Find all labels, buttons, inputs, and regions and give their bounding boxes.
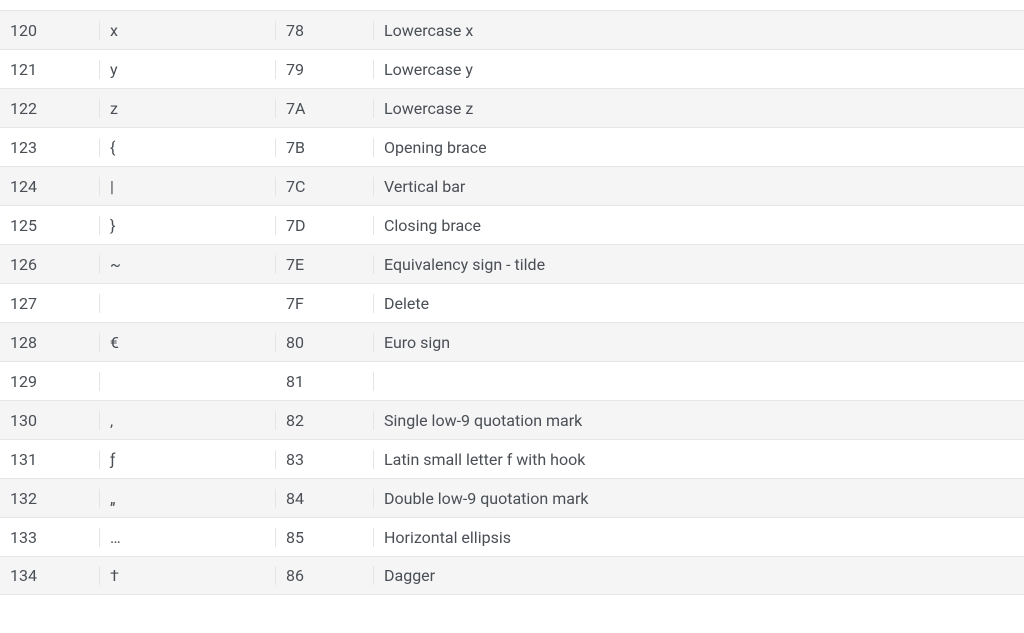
table-row: 124|7CVertical bar [0, 166, 1024, 205]
table-row: 120x78Lowercase x [0, 10, 1024, 49]
cell-decimal: 122 [0, 99, 100, 118]
cell-decimal: 123 [0, 138, 100, 157]
cell-hex: 83 [276, 450, 374, 469]
cell-character: | [100, 177, 276, 196]
cell-decimal: 130 [0, 411, 100, 430]
table-row: 131ƒ83Latin small letter f with hook [0, 439, 1024, 478]
cell-description: Dagger [374, 566, 1024, 585]
cell-decimal: 134 [0, 566, 100, 585]
table-row: 127 7FDelete [0, 283, 1024, 322]
cell-hex: 81 [276, 372, 374, 391]
table-row: 128€80Euro sign [0, 322, 1024, 361]
cell-character: x [100, 21, 276, 40]
cell-hex: 7D [276, 216, 374, 235]
table-row: 123{7BOpening brace [0, 127, 1024, 166]
cell-description: Equivalency sign - tilde [374, 255, 1024, 274]
cell-character: z [100, 99, 276, 118]
cell-hex: 80 [276, 333, 374, 352]
cell-decimal: 125 [0, 216, 100, 235]
cell-character: … [100, 528, 276, 547]
ascii-table: 119w77Lowercase w120x78Lowercase x121y79… [0, 0, 1024, 595]
cell-decimal: 128 [0, 333, 100, 352]
cell-decimal: 132 [0, 489, 100, 508]
cell-character: { [100, 138, 276, 157]
table-row: 130‚82Single low-9 quotation mark [0, 400, 1024, 439]
cell-character: ƒ [100, 450, 276, 469]
cell-description: Delete [374, 294, 1024, 313]
cell-description: Horizontal ellipsis [374, 528, 1024, 547]
cell-hex: 78 [276, 21, 374, 40]
cell-description: Lowercase z [374, 99, 1024, 118]
table-row: 134†86Dagger [0, 556, 1024, 595]
cell-description: Double low-9 quotation mark [374, 489, 1024, 508]
cell-hex: 7C [276, 177, 374, 196]
cell-character: † [100, 566, 276, 585]
cell-character: y [100, 60, 276, 79]
cell-character: „ [100, 489, 276, 508]
cell-description: Opening brace [374, 138, 1024, 157]
cell-description: Closing brace [374, 216, 1024, 235]
cell-decimal: 129 [0, 372, 100, 391]
table-row: 126~7EEquivalency sign - tilde [0, 244, 1024, 283]
table-row: 125}7DClosing brace [0, 205, 1024, 244]
cell-description: Lowercase y [374, 60, 1024, 79]
table-row: 122z7ALowercase z [0, 88, 1024, 127]
cell-decimal: 127 [0, 294, 100, 313]
cell-description: Single low-9 quotation mark [374, 411, 1024, 430]
cell-description: Euro sign [374, 333, 1024, 352]
cell-description: Lowercase x [374, 21, 1024, 40]
table-row: 121y79Lowercase y [0, 49, 1024, 88]
cell-hex: 86 [276, 566, 374, 585]
cell-hex: 82 [276, 411, 374, 430]
table-row: 132„84Double low-9 quotation mark [0, 478, 1024, 517]
table-row: 119w77Lowercase w [0, 0, 1024, 10]
cell-decimal: 121 [0, 60, 100, 79]
cell-hex: 7E [276, 255, 374, 274]
cell-decimal: 124 [0, 177, 100, 196]
cell-hex: 85 [276, 528, 374, 547]
cell-decimal: 131 [0, 450, 100, 469]
cell-character: ~ [100, 255, 276, 274]
cell-hex: 7B [276, 138, 374, 157]
cell-character: ‚ [100, 411, 276, 430]
cell-decimal: 126 [0, 255, 100, 274]
table-row: 133…85Horizontal ellipsis [0, 517, 1024, 556]
cell-description: Vertical bar [374, 177, 1024, 196]
cell-character: € [100, 333, 276, 352]
cell-hex: 84 [276, 489, 374, 508]
table-row: 129 81 [0, 361, 1024, 400]
cell-hex: 79 [276, 60, 374, 79]
cell-hex: 7F [276, 294, 374, 313]
cell-decimal: 133 [0, 528, 100, 547]
cell-description: Latin small letter f with hook [374, 450, 1024, 469]
cell-character: } [100, 216, 276, 235]
cell-hex: 7A [276, 99, 374, 118]
cell-decimal: 120 [0, 21, 100, 40]
